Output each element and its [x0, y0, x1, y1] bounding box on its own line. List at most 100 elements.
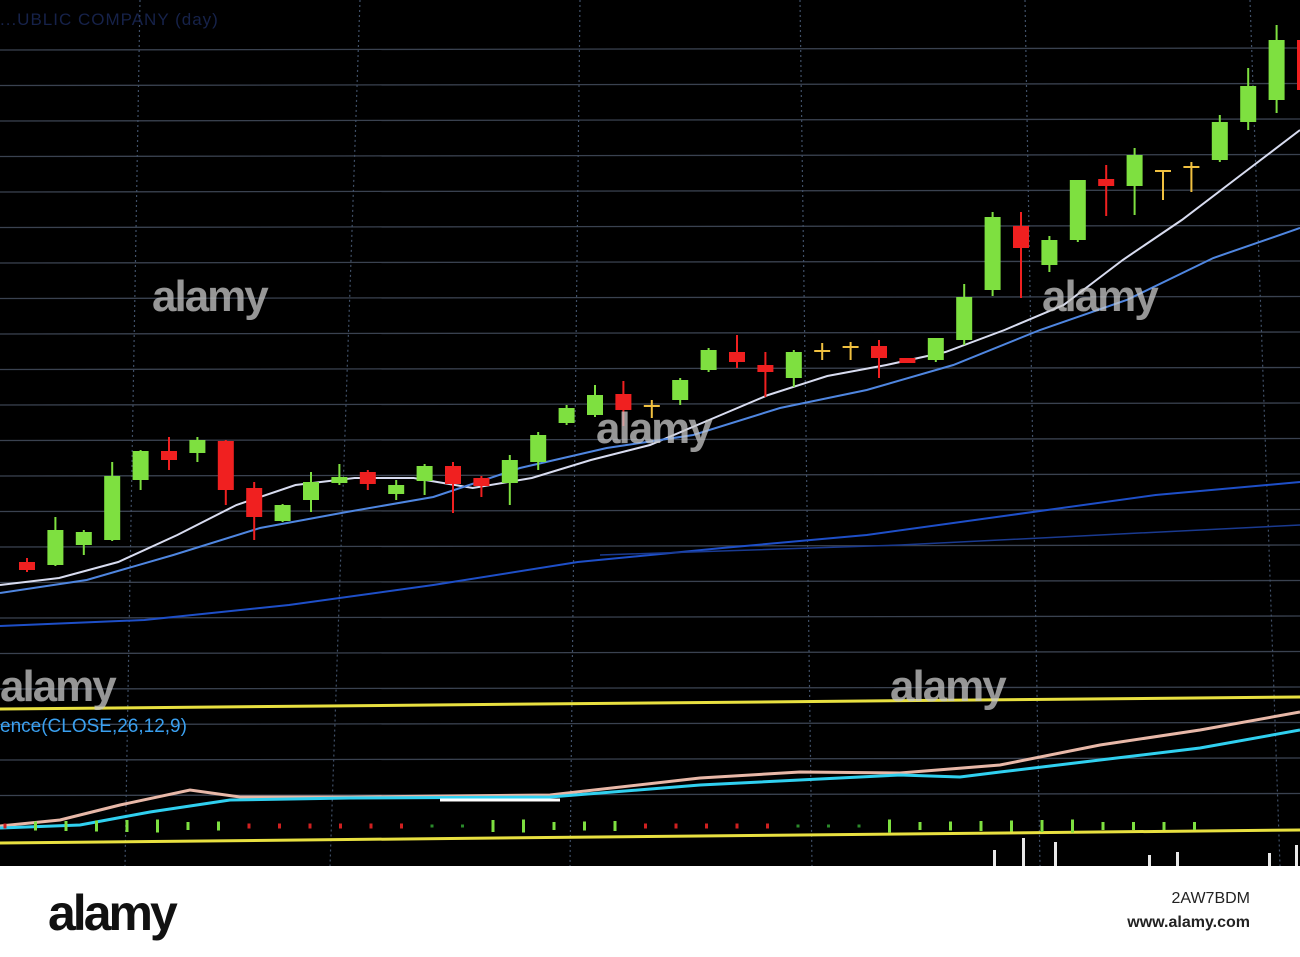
macd-signal-line: [0, 710, 1300, 828]
macd-histogram-bar: [400, 823, 403, 829]
macd-histogram-bar: [3, 823, 7, 829]
macd-histogram-bar: [64, 821, 68, 831]
macd-histogram-bar: [1193, 822, 1196, 830]
watermark: alamy: [596, 404, 713, 453]
candle-body: [331, 477, 348, 483]
candle-body: [1013, 226, 1029, 248]
candle-body: [899, 358, 916, 363]
macd-histogram-bar: [613, 821, 617, 831]
grid-line-horizontal: [0, 82, 1300, 87]
grid-line-horizontal: [0, 224, 1300, 229]
candle-body: [729, 352, 745, 362]
macd-histogram-bar: [918, 822, 922, 830]
candle-body: [814, 350, 831, 352]
macd-histogram-bar: [1040, 820, 1044, 832]
candle-body: [984, 217, 1001, 290]
footer-url: www.alamy.com: [1127, 914, 1250, 931]
candle-body: [388, 485, 405, 494]
macd-histogram-bar: [644, 823, 647, 829]
grid-line-horizontal: [0, 331, 1300, 335]
candle-body: [47, 530, 64, 565]
grid-line-horizontal: [0, 615, 1300, 619]
candle-body: [1098, 179, 1115, 186]
macd-histogram-bar: [308, 823, 312, 829]
candle-body: [501, 460, 518, 483]
grid-line-horizontal: [0, 686, 1300, 690]
macd-histogram-bar: [95, 820, 98, 832]
candle-body: [1240, 86, 1257, 122]
macd-histogram-bar: [1010, 820, 1013, 832]
candle-body: [757, 365, 774, 372]
watermark: alamy: [890, 662, 1007, 711]
candle-body: [246, 488, 263, 517]
candle-body: [842, 346, 859, 348]
candle-body: [217, 441, 234, 490]
macd-histogram-bar: [1071, 819, 1074, 833]
volume-bar: [993, 850, 996, 866]
volume-bar: [1268, 853, 1271, 866]
watermark: alamy: [152, 272, 269, 321]
macd-histogram-bar: [827, 824, 830, 828]
candle-body: [416, 466, 433, 481]
footer-logo: alamy: [48, 885, 178, 941]
macd-histogram-bar: [1132, 822, 1135, 830]
macd-histogram-bar: [522, 819, 525, 833]
grid-line-horizontal: [0, 260, 1300, 264]
grid-line-vertical: [569, 0, 581, 866]
candle-body: [104, 476, 121, 540]
candle-body: [1183, 166, 1200, 168]
grid-line-horizontal: [0, 366, 1300, 371]
candle-body: [445, 466, 461, 484]
macd-histogram-bar: [979, 821, 983, 831]
macd-histogram-bar: [430, 824, 434, 828]
candle-body: [473, 478, 490, 486]
macd-lower-bound: [0, 828, 1300, 845]
grid-line-horizontal: [0, 153, 1300, 158]
volume-bar: [1176, 852, 1179, 866]
macd-histogram-bar: [278, 823, 281, 829]
macd-histogram-bar: [857, 824, 861, 828]
image-id: 2AW7BDM: [1171, 890, 1250, 907]
candle-body: [75, 532, 92, 545]
macd-histogram-bar: [796, 824, 800, 828]
candle-body: [1126, 155, 1143, 186]
macd-histogram-bar: [674, 823, 678, 829]
candle-body: [700, 350, 717, 370]
candle-body: [1268, 40, 1285, 100]
macd-histogram-bar: [1101, 822, 1105, 830]
grid-line-horizontal: [0, 47, 1300, 51]
candle-body: [303, 482, 319, 500]
candle-body: [1211, 122, 1228, 160]
candle-body: [927, 338, 944, 360]
watermark-footer: alamy 2AW7BDM www.alamy.com: [0, 866, 1300, 957]
candle-body: [161, 451, 177, 460]
candle-body: [672, 380, 689, 400]
macd-histogram-bar: [156, 819, 159, 833]
watermark: alamy: [1042, 272, 1159, 321]
candle-body: [785, 352, 802, 378]
candle-body: [558, 408, 575, 423]
candle-body: [359, 472, 376, 484]
volume-bar: [1022, 838, 1025, 866]
macd-histogram-bar: [186, 822, 190, 830]
macd-histogram-bar: [461, 824, 464, 828]
candle-body: [132, 451, 149, 480]
grid-line-horizontal: [0, 118, 1300, 122]
moving-average-line: [0, 129, 1300, 586]
macd-histogram-bar: [949, 821, 952, 831]
candle-body: [1069, 180, 1086, 240]
macd-upper-bound: [0, 695, 1300, 711]
grid-line-horizontal: [0, 473, 1300, 477]
grid-line-horizontal: [0, 792, 1300, 797]
candle-body: [1041, 240, 1058, 265]
grid-line-horizontal: [0, 579, 1300, 584]
volume-bar: [1054, 842, 1057, 866]
grid-line-horizontal: [0, 650, 1300, 655]
macd-indicator-label: ence(CLOSE,26,12,9): [0, 716, 187, 737]
candle-body: [956, 297, 973, 340]
volume-bar: [1148, 855, 1151, 866]
macd-histogram-bar: [552, 822, 556, 830]
volume-bar: [1295, 845, 1298, 866]
grid-line-horizontal: [0, 189, 1300, 193]
macd-histogram-bar: [766, 823, 769, 829]
